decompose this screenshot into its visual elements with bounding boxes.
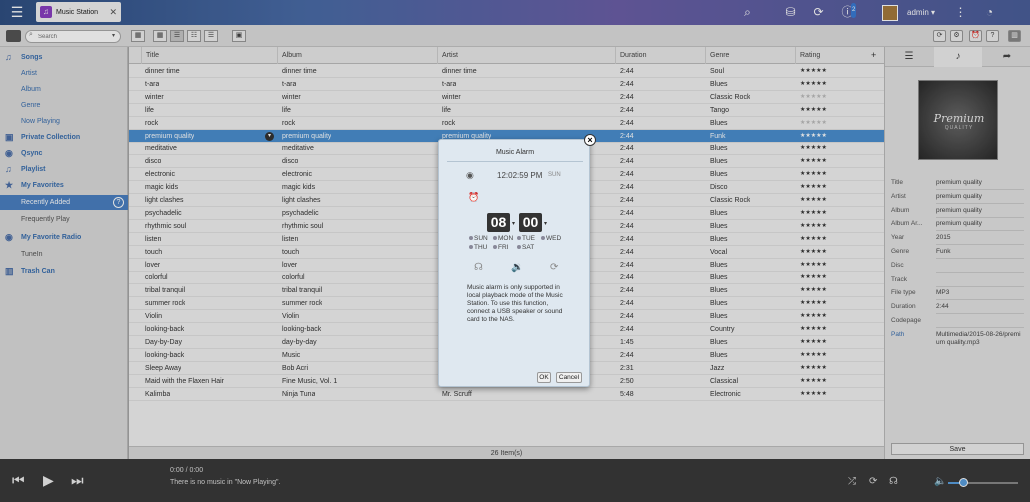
hour-select[interactable]: 08	[487, 213, 510, 232]
close-icon[interactable]: ×	[584, 134, 596, 146]
chevron-down-icon[interactable]: ▾	[544, 220, 547, 227]
day-checkbox-fri[interactable]: FRI	[493, 244, 508, 251]
checkbox-dot	[517, 245, 521, 250]
ok-button[interactable]: OK	[537, 372, 551, 383]
day-label: MON	[498, 235, 514, 242]
day-checkbox-sun[interactable]: SUN	[469, 235, 488, 242]
cancel-button[interactable]: Cancel	[556, 372, 582, 383]
checkbox-dot	[493, 245, 497, 250]
day-label: WED	[546, 235, 562, 242]
alarm-note: Music alarm is only supported in local p…	[467, 284, 563, 323]
current-day: SUN	[548, 172, 561, 178]
day-label: FRI	[498, 244, 509, 251]
current-time: 12:02:59 PM	[497, 171, 543, 180]
checkbox-dot	[541, 236, 545, 241]
checkbox-dot	[469, 236, 473, 241]
volume-icon[interactable]: 🔉	[511, 262, 523, 273]
day-label: SUN	[474, 235, 488, 242]
divider	[447, 161, 583, 162]
repeat-icon[interactable]: ⟳	[550, 262, 558, 273]
day-label: TUE	[522, 235, 535, 242]
clock-icon: ◉	[466, 170, 474, 180]
music-alarm-dialog: × Music Alarm ◉ 12:02:59 PM SUN ⏰ 08 ▾ 0…	[438, 134, 596, 387]
speaker-icon[interactable]: ☊	[474, 262, 483, 273]
day-checkbox-tue[interactable]: TUE	[517, 235, 535, 242]
day-checkbox-sat[interactable]: SAT	[517, 244, 534, 251]
day-label: THU	[474, 244, 488, 251]
checkbox-dot	[493, 236, 497, 241]
day-checkbox-mon[interactable]: MON	[493, 235, 513, 242]
day-label: SAT	[522, 244, 535, 251]
minute-select[interactable]: 00	[519, 213, 542, 232]
day-checkbox-wed[interactable]: WED	[541, 235, 561, 242]
alarm-clock-icon: ⏰	[468, 192, 480, 202]
dialog-title: Music Alarm	[495, 149, 535, 156]
checkbox-dot	[469, 245, 473, 250]
checkbox-dot	[517, 236, 521, 241]
chevron-down-icon[interactable]: ▾	[512, 220, 515, 227]
day-checkbox-thu[interactable]: THU	[469, 244, 487, 251]
